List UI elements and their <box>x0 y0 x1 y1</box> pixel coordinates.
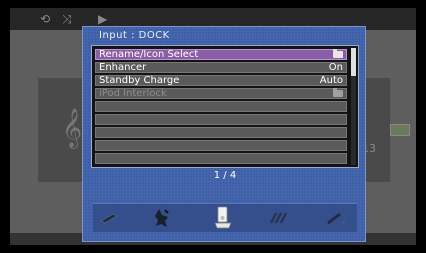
scrollbar-thumb[interactable] <box>351 48 356 76</box>
list-item-label: Standby Charge <box>99 74 180 86</box>
list-item-empty <box>95 153 347 164</box>
folder-icon <box>333 49 343 58</box>
list-item-value: Auto <box>319 74 343 86</box>
list-item-value: On <box>328 61 343 73</box>
tab-video[interactable] <box>267 206 291 230</box>
tab-tools[interactable] <box>325 206 349 230</box>
list-item-ipod-interlock: iPod Interlock <box>95 88 347 99</box>
shuffle-icon: ⤨ <box>62 12 72 26</box>
list-item-rename-icon-select[interactable]: Rename/Icon Select <box>95 49 347 60</box>
tab-input-settings[interactable] <box>97 206 121 230</box>
category-tab-bar <box>93 203 357 232</box>
device-icon <box>99 213 119 224</box>
list-item-empty <box>95 140 347 151</box>
option-dialog: Input : DOCK Rename/Icon Select Enhancer… <box>82 26 366 242</box>
list-item-label: Enhancer <box>99 61 147 73</box>
music-note-icon: 𝄞 <box>62 108 83 148</box>
dock-icon <box>214 206 232 229</box>
repeat-icon: ⟲ <box>40 12 51 26</box>
page-indicator: 1 / 4 <box>213 170 237 181</box>
list-item-standby-charge[interactable]: Standby Charge Auto <box>95 75 347 86</box>
list-item-label: iPod Interlock <box>99 87 167 99</box>
list-item-empty <box>95 127 347 138</box>
list-item-enhancer[interactable]: Enhancer On <box>95 62 347 73</box>
video-icon <box>269 212 288 224</box>
speaker-icon <box>155 209 169 227</box>
folder-icon <box>333 88 343 97</box>
list-item-label: Rename/Icon Select <box>99 48 199 60</box>
list-item-empty <box>95 101 347 112</box>
tab-dock[interactable] <box>211 206 235 230</box>
list-item-empty <box>95 114 347 125</box>
dialog-title: Input : DOCK <box>99 30 170 41</box>
option-list: Rename/Icon Select Enhancer On Standby C… <box>91 45 359 168</box>
battery-icon <box>390 124 410 136</box>
tab-speaker[interactable] <box>151 206 175 230</box>
tools-icon <box>327 212 345 225</box>
play-icon: ▶ <box>98 12 108 26</box>
